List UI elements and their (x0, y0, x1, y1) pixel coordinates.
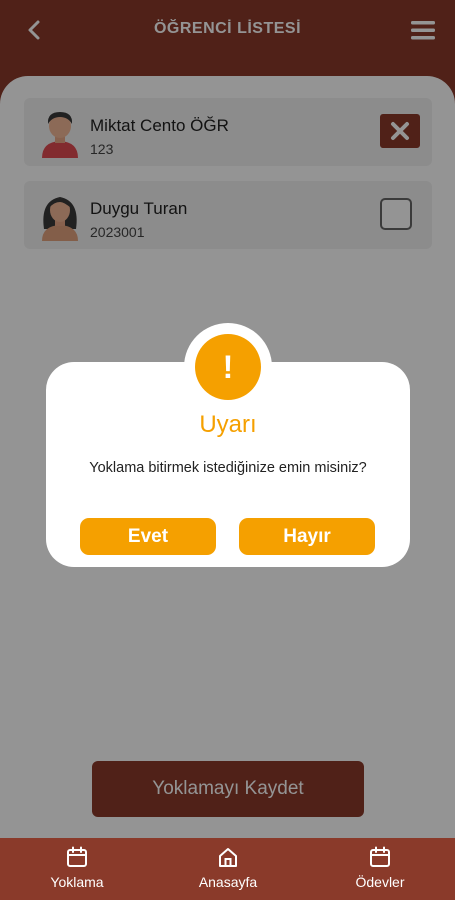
confirm-no-button[interactable]: Hayır (239, 518, 375, 555)
confirm-yes-button[interactable]: Evet (80, 518, 216, 555)
nav-item-anasayfa[interactable]: Anasayfa (173, 846, 283, 896)
nav-label: Ödevler (355, 874, 405, 890)
calendar-icon (370, 846, 390, 867)
nav-label: Yoklama (50, 874, 104, 890)
warning-icon: ! (195, 334, 261, 400)
nav-item-yoklama[interactable]: Yoklama (22, 846, 132, 896)
dialog-message: Yoklama bitirmek istediğinize emin misin… (89, 460, 367, 476)
home-icon (219, 848, 237, 867)
bottom-navigation: Yoklama Anasayfa Ödevler (0, 838, 455, 900)
dialog-title: Uyarı (199, 411, 257, 438)
nav-item-odevler[interactable]: Ödevler (325, 846, 435, 896)
calendar-icon (67, 846, 87, 867)
nav-label: Anasayfa (198, 874, 258, 890)
